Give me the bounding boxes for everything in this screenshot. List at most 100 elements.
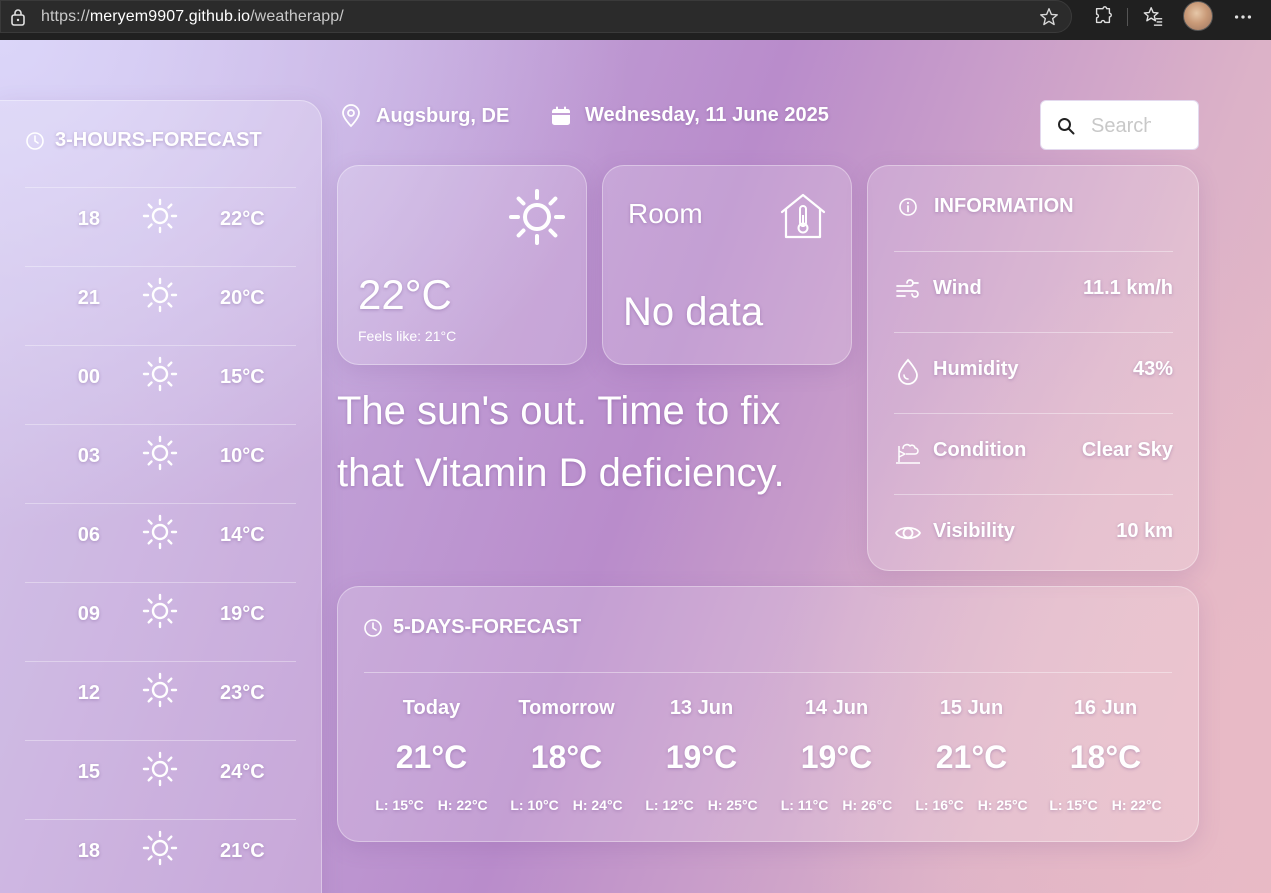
information-card: INFORMATION Wind 11.1 km/h Humidity 43% [867,165,1199,571]
sun-icon [141,197,179,235]
search-box[interactable] [1040,100,1199,150]
url-prefix: https:// [41,8,90,25]
hourly-forecast-panel: 3-HOURS-FORECAST 18 22°C 21 20°C 00 15°C 03 10°… [0,100,322,893]
hourly-hour: 15 [77,761,100,783]
day-forecast: 14 Jun 19°C L: 11°C H: 26°C [769,697,904,813]
day-low: L: 12°C [645,797,694,813]
room-card: Room No data [602,165,852,365]
feels-like: Feels like: 21°C [358,328,457,344]
hourly-row: 12 23°C [25,661,296,740]
hourly-hour: 18 [77,840,100,862]
divider [364,672,1172,673]
hourly-row: 06 14°C [25,503,296,582]
info-row-visibility: Visibility 10 km [894,494,1173,575]
clock-icon [364,618,382,637]
hourly-temperature: 15°C [220,366,265,388]
day-low-high: L: 12°C H: 25°C [634,797,769,813]
address-bar[interactable]: https://meryem9907.github.io/weatherapp/ [0,0,1072,33]
day-low-high: L: 15°C H: 22°C [1038,797,1173,813]
sun-icon [141,513,179,551]
weather-quote: The sun's out. Time to fix that Vitamin … [337,389,785,495]
day-temperature: 19°C [665,739,738,775]
hourly-row: 21 20°C [25,266,296,345]
hourly-temperature: 20°C [220,287,265,309]
search-input[interactable] [1091,113,1151,139]
hourly-row: 18 22°C [25,187,296,266]
weather-vane-icon [896,443,920,464]
more-options-icon[interactable] [1232,6,1254,28]
information-title: INFORMATION [934,195,1074,217]
info-value: Clear Sky [1081,439,1173,461]
info-row-condition: Condition Clear Sky [894,413,1173,494]
day-forecast: 13 Jun 19°C L: 12°C H: 25°C [634,697,769,813]
room-value: No data [623,290,764,334]
wind-icon [896,279,919,298]
url-host: meryem9907.github.io [89,8,251,25]
day-temperature: 21°C [935,739,1008,775]
weather-app-page: 3-HOURS-FORECAST 18 22°C 21 20°C 00 15°C 03 10°… [0,40,1271,893]
sun-icon [141,592,179,630]
info-label: Wind [933,277,982,299]
day-high: H: 26°C [842,797,893,813]
url-path: /weatherapp/ [250,8,344,25]
info-label: Humidity [933,358,1019,380]
day-name: 15 Jun [939,697,1004,719]
extensions-icon[interactable] [1092,5,1114,27]
day-high: H: 25°C [707,797,758,813]
day-forecast: Today 21°C L: 15°C H: 22°C [364,697,499,813]
day-forecast: 16 Jun 18°C L: 15°C H: 22°C [1038,697,1173,813]
sun-icon [509,189,565,245]
five-day-forecast-card: 5-DAYS-FORECAST Today 21°C L: 15°C H: 22°C T… [337,586,1199,842]
day-name: 13 Jun [669,697,734,719]
day-temperature: 21°C [395,739,468,775]
hourly-hour: 12 [77,682,100,704]
hourly-row: 00 15°C [25,345,296,424]
hourly-temperature: 19°C [220,603,265,625]
hourly-temperature: 21°C [220,840,265,862]
location-pin-icon [342,104,360,128]
hourly-hour: 21 [77,287,100,309]
url-text[interactable]: https://meryem9907.github.io/weatherapp/ [41,8,344,26]
day-temperature: 18°C [530,739,603,775]
location-text: Augsburg, DE [376,104,510,127]
day-name: Tomorrow [518,697,615,719]
hourly-row: 18 21°C [25,819,296,893]
calendar-icon [552,106,570,125]
sun-icon [141,829,179,867]
hourly-hour: 06 [77,524,100,546]
toolbar-divider [1127,8,1128,26]
day-high: H: 22°C [1111,797,1162,813]
day-low: L: 11°C [780,797,829,813]
day-temperature: 19°C [800,739,873,775]
hourly-hour: 18 [77,208,100,230]
day-low-high: L: 16°C H: 25°C [904,797,1039,813]
day-high: H: 25°C [977,797,1028,813]
day-name: Today [402,697,461,719]
info-value: 10 km [1116,520,1173,542]
sun-icon [141,750,179,788]
search-icon [1058,118,1075,135]
location: Augsburg, DE [340,104,509,128]
day-temperature: 18°C [1069,739,1142,775]
droplet-icon [898,358,918,385]
current-weather-card: 22°C Feels like: 21°C [337,165,587,365]
sun-icon [141,671,179,709]
hourly-forecast-header: 3-HOURS-FORECAST [25,129,262,152]
hourly-row: 15 24°C [25,740,296,819]
day-high: H: 24°C [572,797,623,813]
lock-icon[interactable] [10,8,26,26]
day-low: L: 15°C [1049,797,1098,813]
sun-icon [141,276,179,314]
favorite-star-icon[interactable] [1038,6,1060,28]
five-day-forecast-title: 5-DAYS-FORECAST [393,616,582,638]
profile-avatar[interactable] [1183,1,1213,31]
favorites-icon[interactable] [1142,5,1164,27]
browser-toolbar: https://meryem9907.github.io/weatherapp/ [0,0,1271,40]
hourly-row: 09 19°C [25,582,296,661]
day-name: 14 Jun [804,697,869,719]
current-temperature: 22°C [358,271,452,318]
sun-icon [141,434,179,472]
day-forecast: Tomorrow 18°C L: 10°C H: 24°C [499,697,634,813]
info-value: 11.1 km/h [1082,277,1173,299]
hourly-hour: 09 [77,603,100,625]
